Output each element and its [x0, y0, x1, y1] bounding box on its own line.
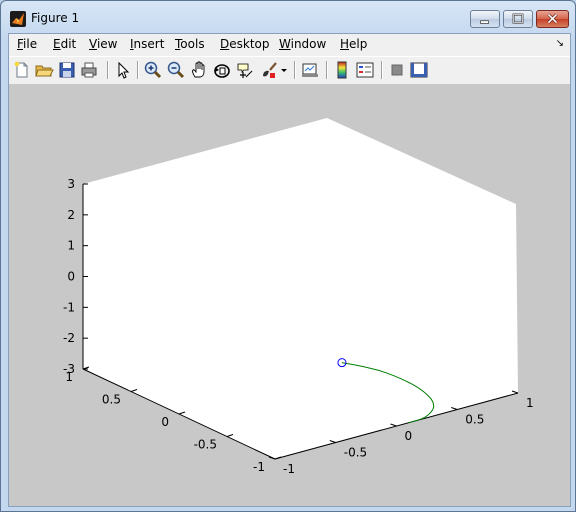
- close-button[interactable]: [536, 10, 569, 28]
- minimize-button[interactable]: [470, 10, 500, 28]
- menu-help[interactable]: Help: [340, 37, 367, 51]
- menu-view[interactable]: View: [89, 37, 117, 51]
- hide-plot-tools-icon[interactable]: [387, 60, 407, 80]
- z-tick-label: 0: [67, 270, 75, 284]
- x-tick-label: -1: [283, 462, 295, 476]
- z-tick-label: 3: [67, 177, 75, 191]
- colorbar-icon[interactable]: [332, 60, 352, 80]
- zoom-in-icon[interactable]: [143, 60, 163, 80]
- title-bar[interactable]: Figure 1: [1, 1, 575, 33]
- y-tick-label: 1: [65, 370, 73, 384]
- zoom-out-icon[interactable]: [166, 60, 186, 80]
- x-tick-label: -0.5: [344, 446, 367, 460]
- brush-icon[interactable]: [259, 60, 279, 80]
- toolbar-separator: [294, 61, 296, 79]
- z-tick-label: -1: [63, 300, 75, 314]
- menu-file[interactable]: File: [17, 37, 37, 51]
- y-tick-label: -1: [253, 460, 265, 474]
- maximize-button[interactable]: [503, 10, 533, 28]
- link-plot-icon[interactable]: [300, 60, 320, 80]
- figure-window: Figure 1 File Edit View Insert Tools Des…: [0, 0, 576, 512]
- y-tick-label: 0.5: [102, 393, 121, 407]
- rotate-3d-icon[interactable]: [212, 60, 232, 80]
- menu-window[interactable]: Window: [279, 37, 326, 51]
- pan-icon[interactable]: [189, 60, 209, 80]
- x-tick-label: 0: [405, 429, 413, 443]
- z-tick-label: -2: [63, 331, 75, 345]
- new-figure-icon[interactable]: [12, 60, 32, 80]
- data-cursor-icon[interactable]: [235, 60, 255, 80]
- menu-bar: File Edit View Insert Tools Desktop Wind…: [9, 34, 570, 55]
- x-tick-label: 0.5: [465, 413, 484, 427]
- save-icon[interactable]: [57, 60, 77, 80]
- menu-tools[interactable]: Tools: [175, 37, 205, 51]
- show-plot-tools-icon[interactable]: [409, 60, 429, 80]
- legend-icon[interactable]: [355, 60, 375, 80]
- y-tick-label: 0: [161, 415, 169, 429]
- figure-canvas[interactable]: -3 -2 -1 0 1 2 3 -1 -0.5 0 0.5 1 -1 -0.5 0 0.5 1: [9, 84, 570, 506]
- edit-plot-icon[interactable]: [113, 60, 133, 80]
- plot-3d: -3-2-10123-1-0.500.51-1-0.500.51: [63, 118, 534, 476]
- menu-desktop[interactable]: Desktop: [220, 37, 270, 51]
- brush-dropdown-arrow-icon[interactable]: [279, 60, 289, 80]
- toolbar-separator: [107, 61, 109, 79]
- toolbar-separator: [137, 61, 139, 79]
- toolbar-separator: [381, 61, 383, 79]
- print-icon[interactable]: [79, 60, 99, 80]
- y-tick-label: -0.5: [194, 438, 217, 452]
- menu-dock-arrow-icon[interactable]: ↘: [556, 38, 564, 49]
- menu-edit[interactable]: Edit: [53, 37, 76, 51]
- z-tick-label: 2: [67, 208, 75, 222]
- figure-client-area: File Edit View Insert Tools Desktop Wind…: [8, 33, 571, 507]
- z-tick-label: 1: [67, 239, 75, 253]
- x-tick-label: 1: [526, 396, 534, 410]
- window-title: Figure 1: [31, 11, 80, 25]
- toolbar-separator: [326, 61, 328, 79]
- matlab-logo-icon: [10, 11, 26, 27]
- menu-insert[interactable]: Insert: [130, 37, 164, 51]
- open-file-icon[interactable]: [34, 60, 54, 80]
- figure-toolbar: [9, 56, 570, 85]
